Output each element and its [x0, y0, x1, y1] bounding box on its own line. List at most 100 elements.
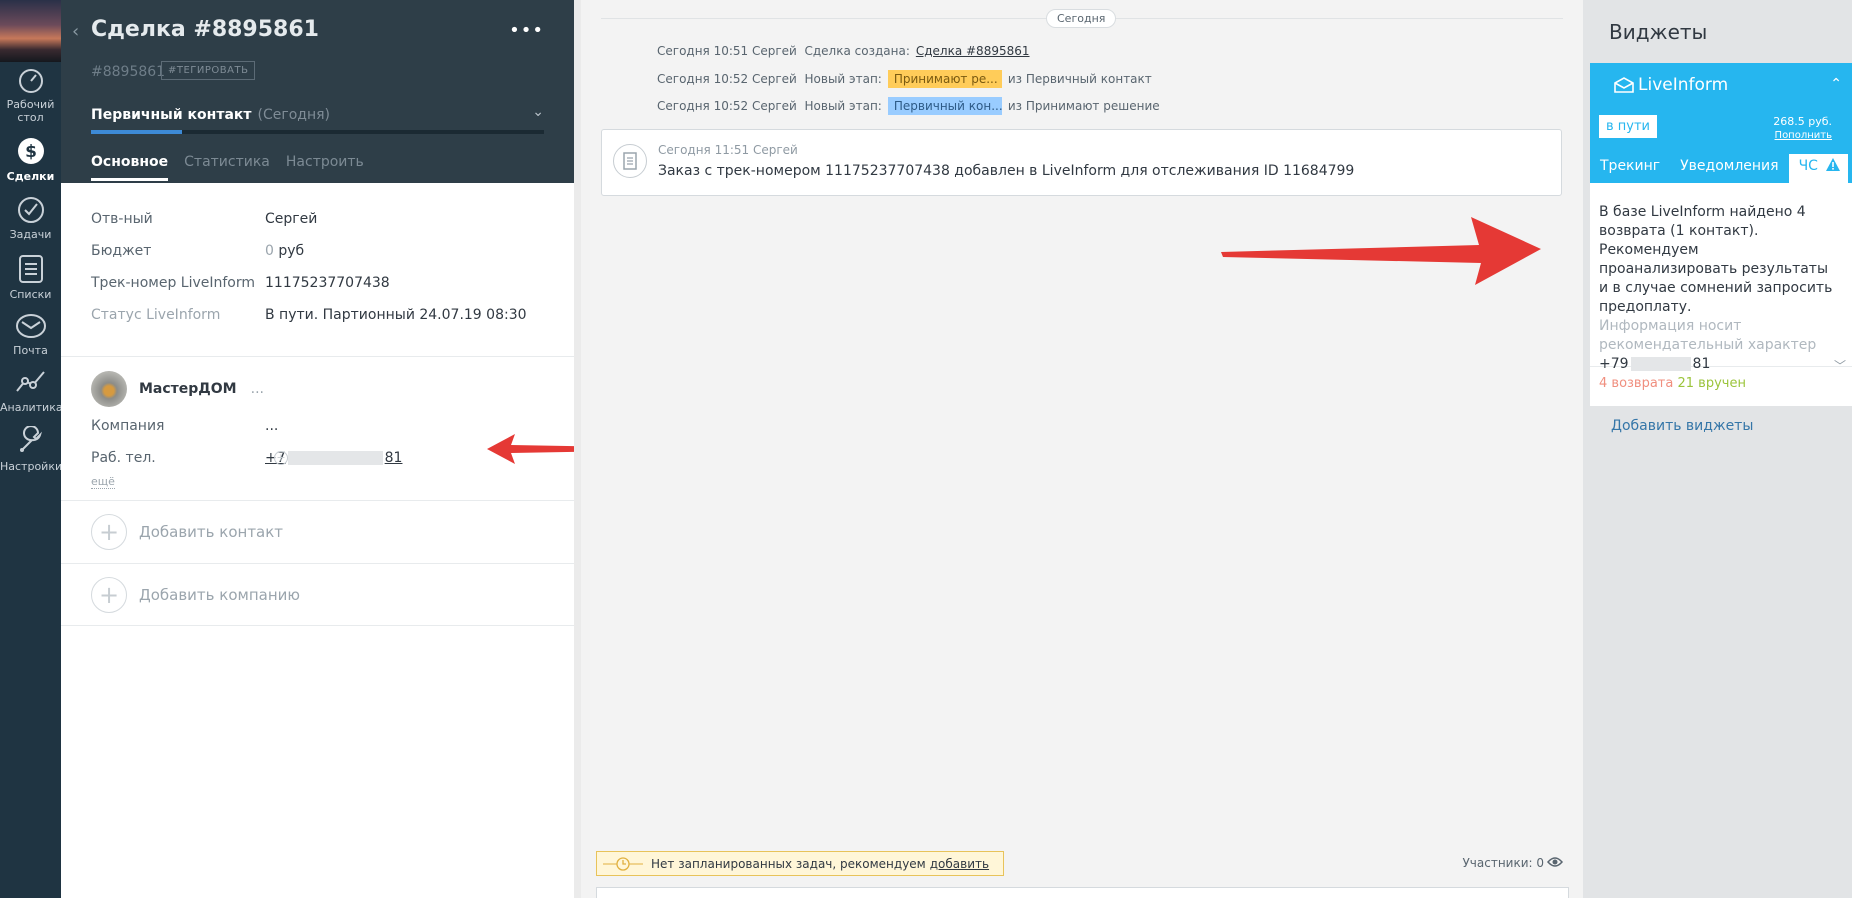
contact-company-row: Компания ...: [91, 410, 544, 442]
event-text: Новый этап:: [804, 99, 882, 113]
chevron-down-icon[interactable]: ﹀: [1834, 357, 1846, 374]
field-value[interactable]: 0 руб: [265, 243, 304, 259]
tab-stats[interactable]: Статистика: [184, 154, 270, 181]
tab-configure[interactable]: Настроить: [286, 154, 364, 181]
chevron-down-icon[interactable]: ⌄: [532, 104, 544, 120]
balance-amount: 268.5 руб.: [1773, 115, 1832, 128]
widget-phone: +79 81: [1599, 356, 1710, 372]
event-text: Новый этап:: [804, 72, 882, 86]
field-value: В пути. Партионный 24.07.19 08:30: [265, 307, 527, 323]
feed-note[interactable]: Сегодня 11:51 Сергей Заказ с трек-номеро…: [601, 129, 1562, 196]
field-label: Компания: [91, 418, 165, 434]
stage-selector[interactable]: Первичный контакт (Сегодня): [91, 107, 330, 123]
deal-card-header: ‹ Сделка #8895861 ••• #8895861 #ТЕГИРОВА…: [61, 0, 574, 183]
tab-tracking[interactable]: Трекинг: [1590, 154, 1670, 183]
plus-circle-icon: +: [91, 514, 127, 550]
members-count[interactable]: Участники: 0: [1462, 856, 1544, 870]
nav-lists[interactable]: Списки: [0, 254, 61, 301]
dashboard-icon: [18, 69, 43, 93]
contact-menu-button[interactable]: ...: [251, 381, 264, 397]
back-chevron-icon[interactable]: ‹: [72, 21, 79, 42]
panel-divider: [574, 0, 581, 898]
widgets-title: Виджеты: [1609, 20, 1708, 44]
message-composer[interactable]: [596, 887, 1569, 898]
day-badge: Сегодня: [1046, 9, 1117, 28]
field-label: Раб. тел.: [91, 450, 156, 466]
liveinform-logo: LiveInform: [1614, 75, 1728, 95]
tracking-status-badge: в пути: [1599, 115, 1658, 138]
phone-suffix: 81: [384, 450, 403, 466]
tab-blacklist[interactable]: ЧС: [1788, 154, 1849, 183]
field-liveinform-status: Статус LiveInform В пути. Партионный 24.…: [91, 299, 544, 331]
liveinform-logo-icon: [1614, 77, 1634, 93]
event-time: Сегодня 10:52 Сергей: [657, 72, 797, 86]
nav-mail-label: Почта: [13, 344, 48, 357]
add-company-label: Добавить компанию: [139, 585, 301, 604]
budget-amount: 0: [265, 243, 274, 259]
liveinform-widget-header: LiveInform ⌃ в пути 268.5 руб. Пополнить…: [1590, 63, 1852, 183]
add-widgets-link[interactable]: Добавить виджеты: [1611, 418, 1753, 434]
field-value[interactable]: ...: [265, 418, 278, 434]
nav-analytics[interactable]: Аналитика: [0, 367, 63, 414]
feed-event: Сегодня 10:51 Сергей Сделка создана: Сдел…: [657, 44, 1030, 58]
widgets-sidebar: Виджеты LiveInform ⌃ в пути 268.5 руб. П…: [1583, 0, 1852, 898]
field-responsible: Отв-ный Сергей: [91, 203, 544, 235]
deal-card: ‹ Сделка #8895861 ••• #8895861 #ТЕГИРОВА…: [61, 0, 623, 898]
blacklist-hint: Информация носит рекомендательный характ…: [1599, 318, 1817, 353]
field-label: Трек-номер LiveInform: [91, 275, 256, 291]
contact-block: МастерДОМ ... Компания ... Раб. тел. + +…: [61, 357, 574, 496]
contact-name[interactable]: МастерДОМ: [139, 381, 237, 397]
widget-phone-suffix: 81: [1692, 356, 1711, 372]
analytics-icon: [15, 371, 45, 392]
card-tabs: Основное Статистика Настроить: [91, 154, 364, 181]
nav-dashboard[interactable]: Рабочий стол: [0, 68, 61, 124]
contact-avatar[interactable]: [91, 371, 127, 407]
add-company-row[interactable]: + Добавить компанию: [61, 563, 574, 626]
budget-currency: руб: [278, 243, 305, 259]
tag-button[interactable]: #ТЕГИРОВАТЬ: [161, 61, 256, 80]
widget-tabs: Трекинг Уведомления ЧС: [1590, 154, 1852, 183]
settings-icon: [19, 426, 42, 452]
event-text: Сделка создана:: [804, 44, 910, 58]
collapse-chevron-icon[interactable]: ⌃: [1830, 76, 1842, 92]
widget-phone-prefix: +79: [1599, 356, 1629, 372]
note-time: Сегодня 11:51 Сергей: [658, 143, 798, 157]
event-link[interactable]: Сделка #8895861: [916, 44, 1030, 58]
stage-pill: Принимают ре...: [887, 70, 1002, 88]
task-text: Нет запланированных задач, рекомендуем: [651, 856, 926, 871]
tab-main[interactable]: Основное: [91, 154, 169, 181]
nav-tasks[interactable]: Задачи: [0, 196, 61, 241]
note-icon: [613, 144, 647, 178]
nav-settings[interactable]: Настройки: [0, 426, 63, 473]
liveinform-widget-body: В базе LiveInform найдено 4 возврата (1 …: [1590, 183, 1852, 406]
nav-deals[interactable]: $ Сделки: [0, 136, 61, 183]
nav-mail[interactable]: Почта: [0, 312, 61, 357]
tab-notifications[interactable]: Уведомления: [1670, 154, 1788, 183]
nav-deals-label: Сделки: [6, 170, 55, 183]
task-add-link[interactable]: добавить: [930, 857, 989, 871]
nav-settings-label: Настройки: [0, 460, 63, 473]
delivered-count: 21 вручен: [1677, 376, 1746, 391]
more-link[interactable]: ещё: [91, 475, 115, 489]
field-label: Бюджет: [91, 243, 152, 259]
topup-link[interactable]: Пополнить: [1775, 130, 1832, 141]
field-value[interactable]: Сергей: [265, 211, 317, 227]
field-value[interactable]: 11175237707438: [265, 275, 390, 291]
add-phone-icon[interactable]: +: [274, 451, 288, 465]
stage-pill: Первичный кон...: [887, 97, 1002, 115]
tab-blacklist-label: ЧС: [1798, 158, 1818, 174]
deal-menu-button[interactable]: •••: [509, 20, 544, 41]
add-contact-row[interactable]: + Добавить контакт: [61, 500, 574, 563]
main-nav: Рабочий стол $ Сделки Задачи Списки Почт…: [0, 0, 63, 898]
more-row: ещё: [91, 474, 544, 496]
user-avatar[interactable]: [0, 0, 61, 62]
stage-when: (Сегодня): [257, 107, 331, 123]
deal-fields: Отв-ный Сергей Бюджет 0 руб Трек-номер L…: [61, 183, 574, 331]
mail-icon: [15, 314, 46, 338]
blacklist-message: В базе LiveInform найдено 4 возврата (1 …: [1599, 204, 1833, 315]
feed-event: Сегодня 10:52 Сергей Новый этап: Принимаю…: [657, 70, 1152, 88]
warning-icon: [1826, 158, 1841, 171]
deal-title: Сделка #8895861: [91, 17, 319, 42]
eye-icon[interactable]: [1547, 856, 1563, 868]
nav-dashboard-label-1: Рабочий: [6, 98, 55, 111]
